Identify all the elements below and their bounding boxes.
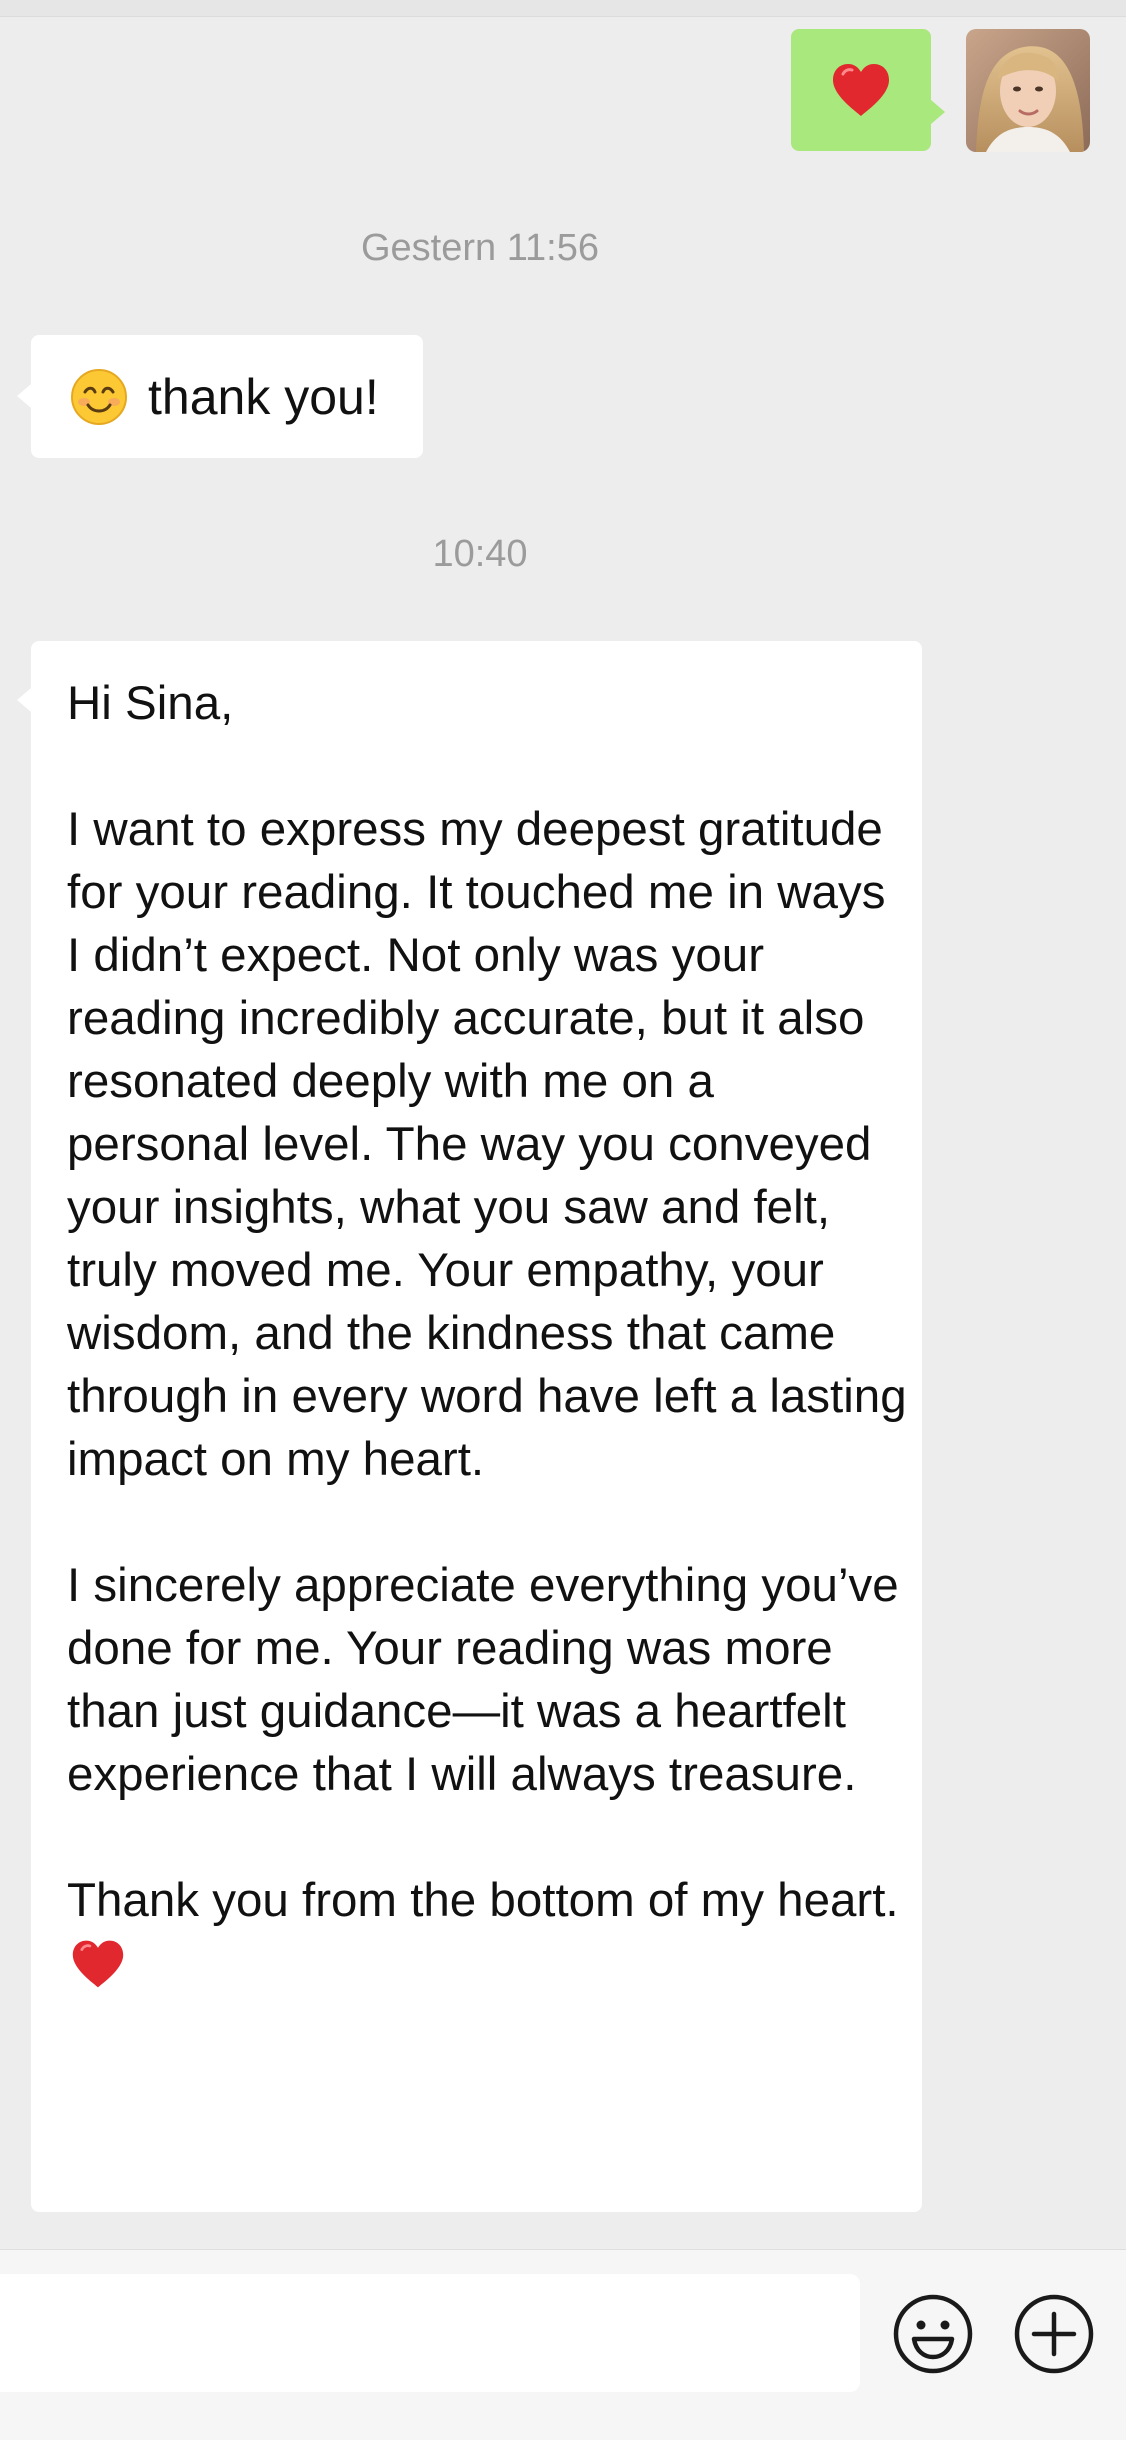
plus-icon [1014,2294,1094,2374]
avatar-photo [966,29,1090,152]
heart-emoji-icon [72,1940,124,1988]
message-text: Hi Sina, I want to express my deepest gr… [67,672,907,1995]
smiley-face-icon [893,2294,973,2374]
message-text: thank you! [148,368,379,425]
message-paragraph-final: Thank you from the bottom of my heart. [67,1869,907,1995]
message-input-bar [0,2249,1126,2440]
avatar[interactable] [966,29,1090,152]
message-input[interactable] [0,2274,860,2392]
message-paragraph: I sincerely appreciate everything you’ve… [67,1559,899,1801]
message-paragraph: Thank you from the bottom of my heart. [67,1874,899,1927]
received-message-bubble[interactable]: Hi Sina, I want to express my deepest gr… [17,641,922,2212]
heart-emoji-icon [833,64,889,116]
timestamp: Gestern 11:56 [360,227,599,269]
message-paragraph: I want to express my deepest gratitude f… [67,803,907,1486]
add-attachment-button[interactable] [1013,2293,1095,2375]
top-divider [0,0,1126,17]
message-paragraph: Hi Sina, [67,677,234,730]
emoji-button[interactable] [892,2293,974,2375]
smiling-face-emoji-icon [71,368,127,425]
received-message-bubble[interactable]: thank you! [17,335,423,458]
sent-message-bubble[interactable] [791,29,945,151]
timestamp: 10:40 [432,533,528,575]
